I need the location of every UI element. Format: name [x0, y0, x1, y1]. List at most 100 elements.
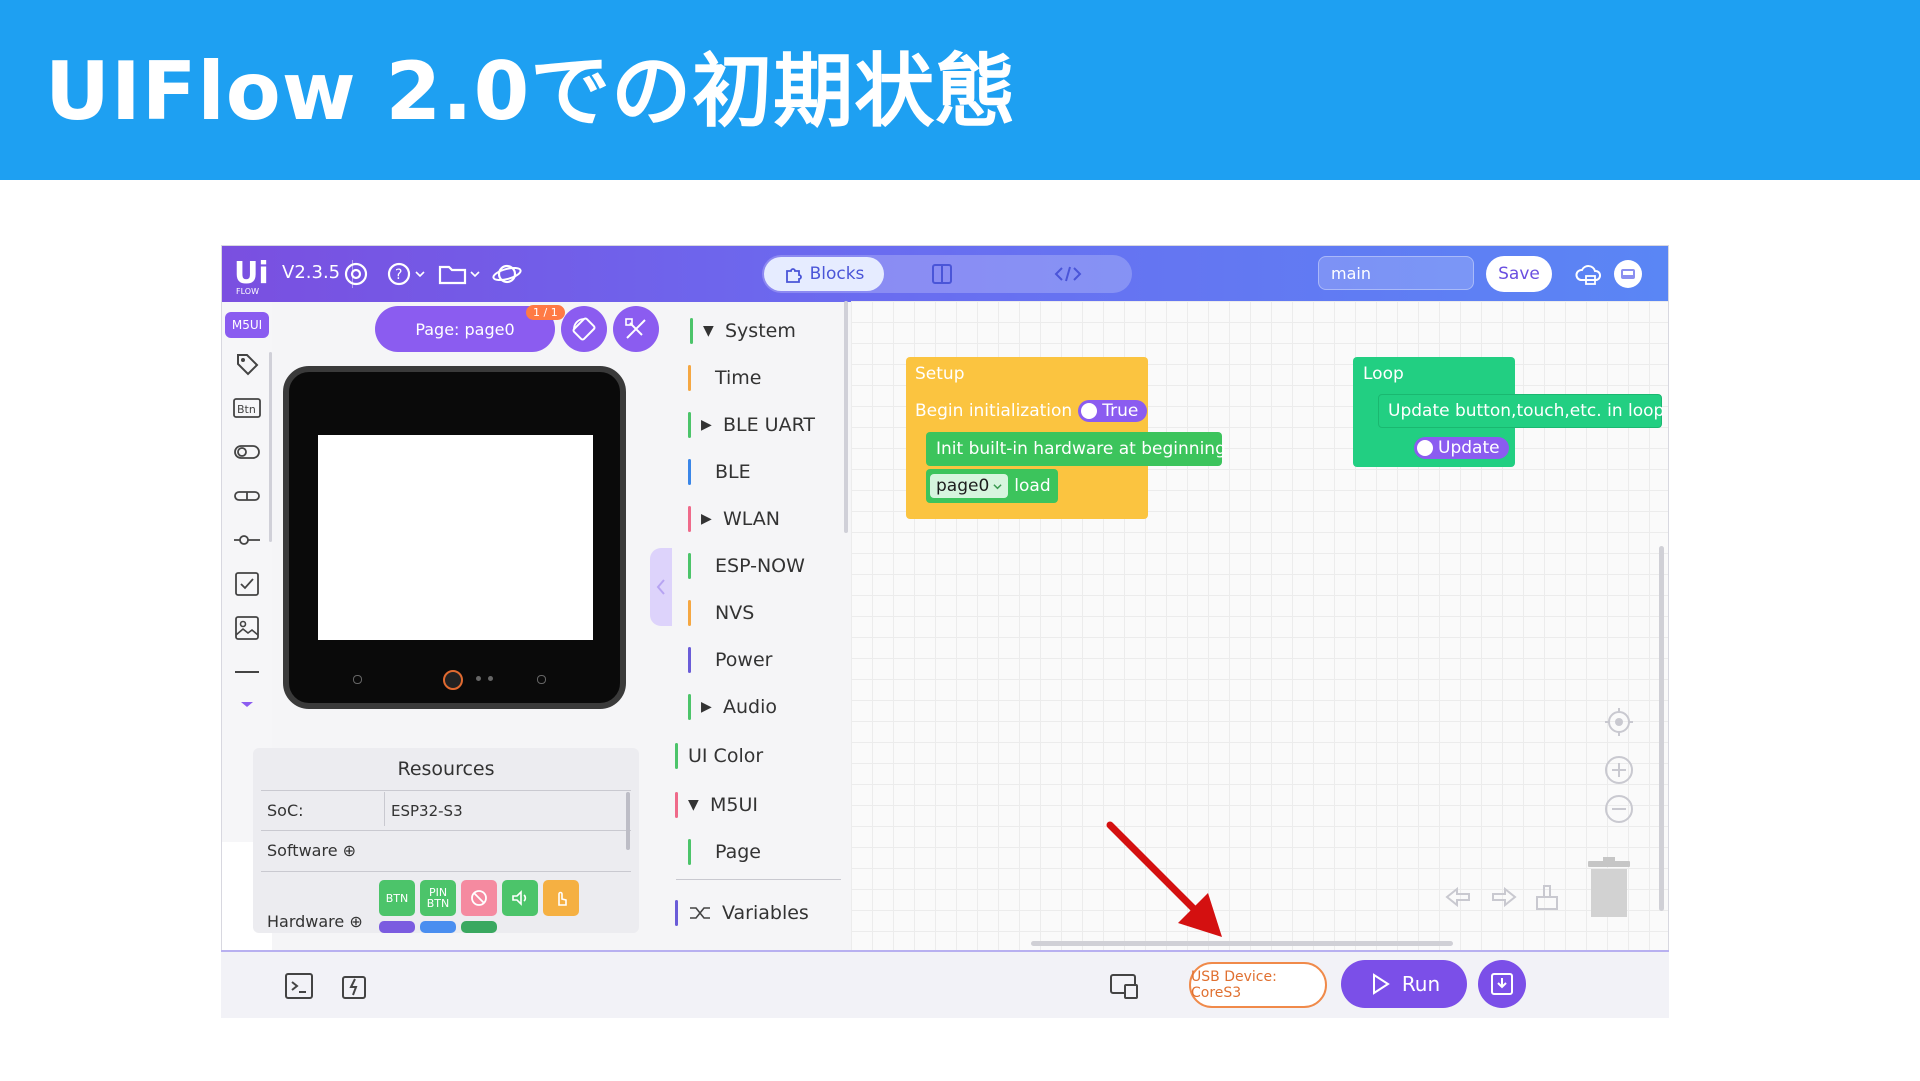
filename-field[interactable]: main	[1318, 256, 1474, 290]
category-color-bar	[688, 647, 691, 673]
download-button[interactable]	[1478, 960, 1526, 1008]
switch-icon[interactable]	[231, 436, 263, 468]
svg-text:?: ?	[395, 267, 402, 283]
touch-hand-icon	[558, 891, 567, 906]
category-color-bar	[675, 900, 678, 926]
tag-icon[interactable]	[231, 348, 263, 380]
category-audio[interactable]: ▶ Audio	[688, 692, 777, 722]
slider-icon[interactable]	[231, 524, 263, 556]
category-ui-color[interactable]: UI Color	[675, 741, 763, 771]
update-toggle[interactable]: Update	[1414, 437, 1509, 459]
bottom-toolbar: USB Device: CoreS3 Run	[221, 950, 1669, 1018]
hardware-label[interactable]: Hardware ⊕	[267, 912, 363, 931]
hardware-button[interactable]	[379, 921, 415, 933]
account-icon[interactable]	[1610, 256, 1646, 292]
category-esp-now[interactable]: ESP-NOW	[688, 551, 805, 581]
device-manager-icon[interactable]	[1106, 968, 1142, 1004]
category-m5ui[interactable]: ▼ M5UI	[675, 790, 758, 820]
page-action-label: load	[1014, 476, 1051, 496]
recenter-icon[interactable]	[1601, 704, 1637, 740]
design-tools-button[interactable]	[613, 306, 659, 352]
page-select-dropdown[interactable]: page0	[930, 474, 1009, 498]
undo-icon[interactable]	[1441, 879, 1477, 915]
page-select-value: page0	[936, 476, 990, 496]
device-dot-left	[353, 675, 362, 684]
download-to-device-icon	[1491, 973, 1513, 995]
terminal-icon[interactable]	[281, 968, 317, 1004]
image-icon[interactable]	[231, 612, 263, 644]
workspace-horizontal-scrollbar[interactable]	[1031, 941, 1453, 946]
begin-initialization-row: Begin initialization True	[915, 400, 1148, 422]
collapse-panel-handle[interactable]	[650, 548, 672, 626]
begin-toggle[interactable]: True	[1078, 400, 1148, 422]
btn-icon[interactable]: Btn	[231, 392, 263, 424]
expand-arrow-icon: ▶	[701, 699, 712, 715]
save-button[interactable]: Save	[1486, 256, 1552, 292]
category-color-bar	[688, 553, 691, 579]
divider	[384, 792, 385, 826]
device-dot	[488, 676, 493, 681]
tab-code[interactable]	[1038, 259, 1098, 289]
expand-arrow-icon: ▶	[701, 511, 712, 527]
rotate-button[interactable]	[561, 306, 607, 352]
settings-icon[interactable]	[339, 257, 373, 291]
puzzle-icon	[785, 268, 802, 283]
device-dot-right	[537, 675, 546, 684]
software-label[interactable]: Software ⊕	[267, 841, 356, 860]
zoom-in-icon[interactable]	[1601, 752, 1637, 788]
category-label: NVS	[715, 602, 755, 624]
line-icon[interactable]	[231, 656, 263, 688]
hardware-btn[interactable]: BTN	[379, 880, 415, 916]
hardware-button[interactable]	[461, 921, 497, 933]
category-ble-uart[interactable]: ▶ BLE UART	[688, 410, 815, 440]
m5ui-badge[interactable]: M5UI	[225, 312, 269, 338]
category-power[interactable]: Power	[688, 645, 772, 675]
slide-title: UIFlow 2.0での初期状態	[45, 45, 1017, 138]
category-label: System	[725, 320, 796, 342]
category-nvs[interactable]: NVS	[688, 598, 754, 628]
folder-icon[interactable]	[434, 257, 486, 291]
category-time[interactable]: Time	[688, 363, 762, 393]
zoom-out-icon[interactable]	[1601, 791, 1637, 827]
init-hardware-block[interactable]: Init built-in hardware at beginning	[926, 432, 1226, 466]
tab-blocks[interactable]: Blocks	[764, 257, 884, 291]
trash-icon[interactable]	[1586, 857, 1632, 919]
resources-scrollbar[interactable]	[626, 792, 630, 850]
more-icon[interactable]	[231, 692, 263, 716]
no-signal-icon	[471, 890, 487, 906]
usb-device-status[interactable]: USB Device: CoreS3	[1189, 962, 1327, 1008]
device-screen[interactable]	[318, 435, 593, 640]
update-block[interactable]: Update button,touch,etc. in loop	[1378, 394, 1664, 428]
workspace-vertical-scrollbar[interactable]	[1659, 546, 1664, 911]
hardware-speaker-button[interactable]	[502, 880, 538, 916]
page-load-block[interactable]: page0 load	[926, 469, 1058, 503]
chevron-down-icon	[993, 483, 1002, 489]
cleanup-brush-icon[interactable]	[1529, 879, 1565, 915]
category-label: Audio	[723, 696, 778, 718]
cloud-icon[interactable]	[1572, 257, 1606, 291]
block-workspace[interactable]: Setup Begin initialization True Init bui…	[851, 301, 1668, 951]
tab-split-view[interactable]	[912, 259, 972, 289]
hardware-pin-btn[interactable]: PIN BTN	[420, 880, 456, 916]
hardware-touch-button[interactable]	[543, 880, 579, 916]
category-color-bar	[675, 743, 678, 769]
category-variables[interactable]: Variables	[675, 898, 809, 928]
category-wlan[interactable]: ▶ WLAN	[688, 504, 780, 534]
hardware-camera-button[interactable]	[461, 880, 497, 916]
help-icon[interactable]: ?	[382, 257, 432, 291]
palette-scrollbar[interactable]	[844, 301, 848, 533]
category-system[interactable]: ▼ System	[690, 316, 796, 346]
checkbox-icon[interactable]	[231, 568, 263, 600]
category-label: BLE	[715, 461, 751, 483]
toggle-icon[interactable]	[231, 480, 263, 512]
planet-icon[interactable]	[490, 257, 524, 291]
flash-firmware-icon[interactable]	[336, 968, 372, 1004]
view-mode-tabs: Blocks	[762, 255, 1132, 293]
resources-title: Resources	[397, 758, 495, 780]
soc-label: SoC:	[267, 801, 304, 820]
redo-icon[interactable]	[1485, 879, 1521, 915]
category-ble[interactable]: BLE	[688, 457, 751, 487]
run-button[interactable]: Run	[1341, 960, 1467, 1008]
category-page[interactable]: Page	[688, 837, 761, 867]
hardware-button[interactable]	[420, 921, 456, 933]
